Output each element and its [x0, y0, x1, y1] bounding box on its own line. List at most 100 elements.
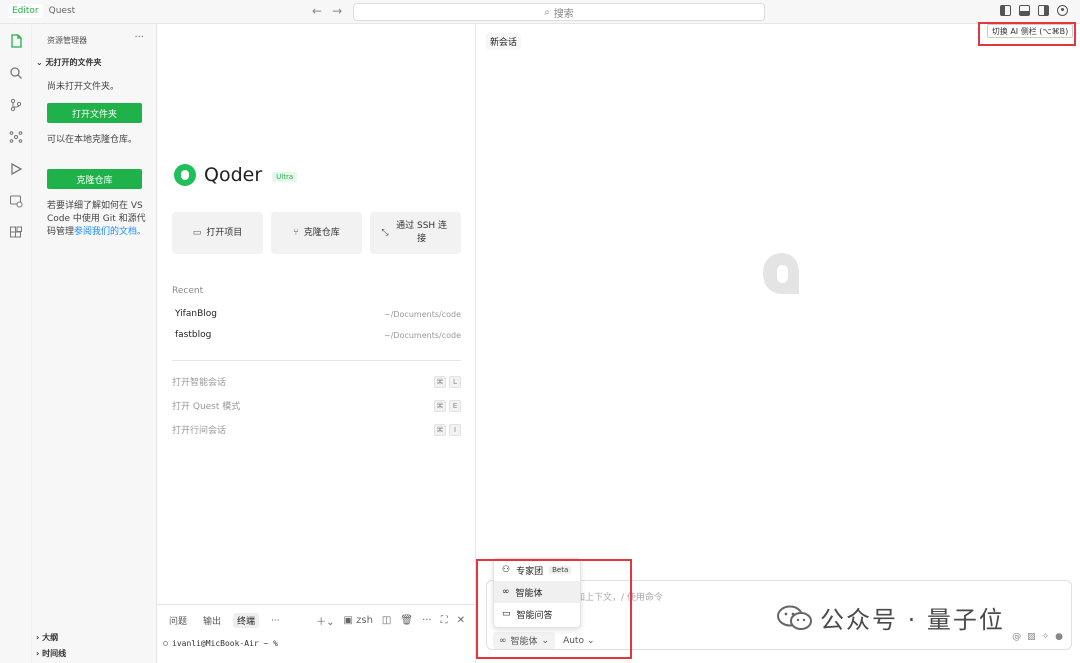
close-icon[interactable]: ✕: [457, 615, 465, 626]
terminal-icon: ▣: [343, 615, 353, 626]
open-project-button[interactable]: ▭ 打开项目: [172, 212, 263, 254]
search-placeholder: 搜索: [553, 8, 574, 20]
sparkle-icon[interactable]: ✧: [1042, 632, 1050, 642]
toggle-secondary-sidebar-icon[interactable]: [1038, 5, 1049, 16]
recent-item[interactable]: YifanBlog ~/Documents/code: [172, 306, 461, 322]
ultra-badge: Ultra: [272, 172, 298, 182]
tab-quest[interactable]: Quest: [45, 4, 80, 18]
docs-link[interactable]: 参阅我们的文档。: [74, 227, 146, 237]
remote-explorer-icon[interactable]: [8, 194, 24, 210]
remote-icon: ⤡: [381, 227, 389, 238]
key: L: [449, 375, 461, 388]
explorer-title: 资源管理器: [47, 36, 87, 45]
key: ⌘: [434, 423, 446, 436]
ssh-connect-label: 通过 SSH 连接: [396, 221, 448, 244]
key: ⌘: [434, 375, 446, 388]
toggle-panel-icon[interactable]: [1019, 5, 1030, 16]
shortcut-keys: ⌘ I: [434, 423, 461, 436]
source-control-icon[interactable]: [8, 98, 24, 114]
prompt-circle-icon: [163, 641, 168, 646]
ai-chat-panel: 新会话 切换 AI 侧栏 (⌥⌘B) 添加上下文，/ 使用命令 ∞ 智能体 ⌄ …: [476, 22, 1080, 663]
folder-header-label: 无打开的文件夹: [45, 58, 102, 67]
explorer-sidebar: 资源管理器 ··· ⌄ 无打开的文件夹 尚未打开文件夹。 打开文件夹 可以在本地…: [32, 24, 157, 663]
shell-name: zsh: [356, 615, 373, 626]
outline-section[interactable]: › 大纲: [36, 632, 58, 643]
terminal-toolbar: ＋⌄ ▣ zsh ◫ 🗑 ··· ⛶ ✕: [316, 613, 465, 628]
search-icon: ⌕: [544, 6, 550, 18]
highlight-box: [978, 22, 1076, 46]
welcome-page: Qoder Ultra ▭ 打开项目 ⑂ 克隆仓库 ⤡ 通过 SSH 连接 Re…: [157, 24, 476, 604]
extensions-icon[interactable]: [8, 226, 24, 242]
terminal-prompt-line[interactable]: ivanli@MicBook-Air ~ %: [163, 639, 278, 648]
terminal-prompt: ivanli@MicBook-Air ~ %: [172, 639, 278, 648]
key: ⌘: [434, 399, 446, 412]
folder-icon: ▭: [192, 227, 202, 238]
image-icon[interactable]: ▨: [1027, 632, 1036, 642]
layout-controls: [1000, 5, 1068, 16]
product-name: Qoder: [204, 164, 263, 186]
terminal-shell[interactable]: ▣ zsh: [343, 615, 372, 626]
add-terminal-icon[interactable]: ＋⌄: [316, 613, 334, 628]
more-icon[interactable]: ···: [422, 615, 432, 626]
recent-title: Recent: [172, 286, 204, 296]
command-open-chat[interactable]: 打开智能会话 ⌘ L: [172, 375, 461, 388]
panel-tabs: 问题 输出 终端 ···: [165, 613, 284, 628]
qoder-logo-icon: [174, 164, 196, 186]
shortcut-keys: ⌘ E: [434, 399, 461, 412]
open-folder-button[interactable]: 打开文件夹: [47, 103, 142, 123]
maximize-icon[interactable]: ⛶: [441, 615, 448, 626]
ssh-connect-button[interactable]: ⤡ 通过 SSH 连接: [370, 212, 461, 254]
recent-path: ~/Documents/code: [384, 309, 461, 319]
clone-hint-text: 可以在本地克隆仓库。: [47, 135, 138, 145]
product-logo: Qoder Ultra: [174, 164, 298, 186]
highlight-box: [476, 559, 632, 659]
chevron-down-icon: ⌄: [36, 58, 46, 67]
terminal-panel: 问题 输出 终端 ··· ＋⌄ ▣ zsh ◫ 🗑 ··· ⛶ ✕ ivanli…: [157, 604, 476, 663]
clone-repo-action-button[interactable]: ⑂ 克隆仓库: [271, 212, 362, 254]
mention-icon[interactable]: @: [1012, 632, 1021, 642]
trash-icon[interactable]: 🗑: [400, 615, 413, 626]
tab-terminal[interactable]: 终端: [233, 613, 260, 628]
tab-output[interactable]: 输出: [199, 613, 225, 628]
activity-bar: [0, 24, 32, 663]
more-tabs-icon[interactable]: ···: [267, 615, 284, 627]
no-folder-header[interactable]: ⌄ 无打开的文件夹: [36, 57, 102, 68]
learn-more-text: 若要详细了解如何在 VS Code 中使用 Git 和源代码管理参阅我们的文档。: [47, 200, 147, 239]
split-terminal-icon[interactable]: ◫: [382, 615, 391, 626]
back-arrow-icon[interactable]: ←: [312, 4, 322, 18]
git-branch-icon: ⑂: [293, 227, 299, 238]
no-folder-text: 尚未打开文件夹。: [47, 82, 120, 92]
clone-repo-button[interactable]: 克隆仓库: [47, 169, 142, 189]
forward-arrow-icon[interactable]: →: [332, 4, 342, 18]
clone-repo-label: 克隆仓库: [303, 227, 340, 238]
nav-arrows: ← →: [312, 4, 342, 18]
recent-name: fastblog: [175, 330, 212, 340]
command-label: 打开 Quest 模式: [172, 402, 241, 412]
search-activity-icon[interactable]: [8, 66, 24, 82]
mic-icon[interactable]: ●: [1055, 632, 1063, 642]
wechat-watermark: 公众号 · 量子位: [776, 600, 1005, 635]
timeline-section[interactable]: › 时间线: [36, 648, 66, 659]
more-icon[interactable]: ···: [134, 32, 144, 43]
outline-label: 大纲: [42, 633, 59, 642]
key: I: [449, 423, 461, 436]
command-label: 打开智能会话: [172, 378, 227, 388]
extensions-graph-icon[interactable]: [8, 130, 24, 146]
toggle-primary-sidebar-icon[interactable]: [1000, 5, 1011, 16]
recent-path: ~/Documents/code: [384, 330, 461, 340]
explorer-icon[interactable]: [8, 34, 24, 50]
new-chat-tab[interactable]: 新会话: [486, 33, 522, 50]
recent-name: YifanBlog: [175, 309, 217, 319]
account-icon[interactable]: [1057, 5, 1068, 16]
run-debug-icon[interactable]: [8, 162, 24, 178]
recent-item[interactable]: fastblog ~/Documents/code: [172, 327, 461, 343]
command-open-quest[interactable]: 打开 Quest 模式 ⌘ E: [172, 399, 461, 412]
command-label: 打开行间会话: [172, 426, 227, 436]
input-icons: @ ▨ ✧ ●: [1012, 632, 1063, 642]
tab-problems[interactable]: 问题: [165, 613, 191, 628]
divider: [172, 360, 461, 361]
command-open-inline-chat[interactable]: 打开行间会话 ⌘ I: [172, 423, 461, 436]
tab-editor[interactable]: Editor: [8, 4, 43, 18]
search-bar[interactable]: ⌕ 搜索: [353, 3, 765, 21]
timeline-label: 时间线: [42, 649, 67, 658]
